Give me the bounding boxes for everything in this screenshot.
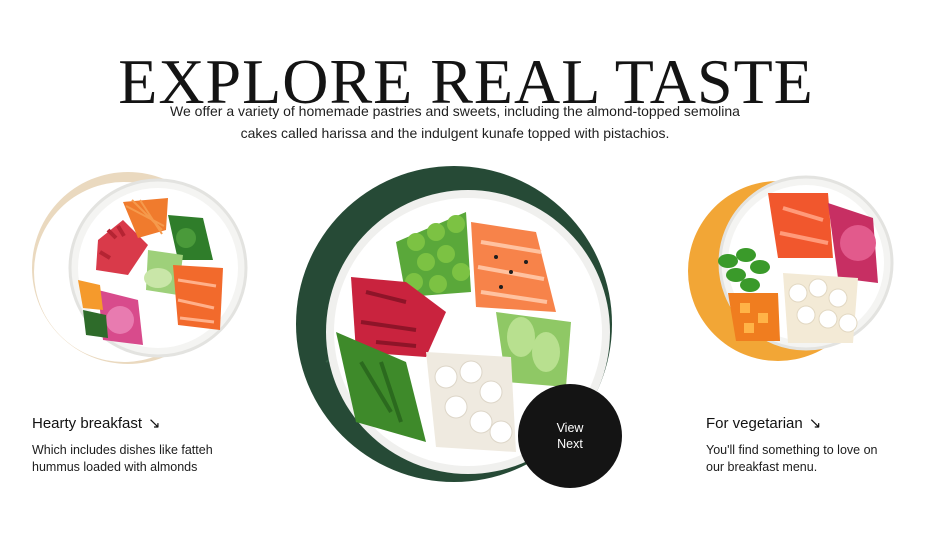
card-description: You'll find something to love on our bre… xyxy=(706,443,878,474)
right-poke-bowl-image[interactable] xyxy=(688,163,912,387)
arrow-down-right-icon[interactable]: ↘ xyxy=(148,414,161,432)
arrow-down-right-icon[interactable]: ↘ xyxy=(809,414,822,432)
card-for-vegetarian: For vegetarian ↘ You'll find something t… xyxy=(706,414,896,476)
card-hearty-breakfast: Hearty breakfast ↘ Which includes dishes… xyxy=(32,414,242,476)
card-title-text[interactable]: For vegetarian xyxy=(706,415,803,432)
card-title[interactable]: For vegetarian ↘ xyxy=(706,414,896,433)
view-next-label-line2: Next xyxy=(557,437,583,451)
left-poke-bowl-image[interactable] xyxy=(28,160,248,380)
view-next-button[interactable]: View Next xyxy=(518,384,622,488)
card-title-text[interactable]: Hearty breakfast xyxy=(32,415,142,432)
view-next-label-line1: View xyxy=(556,421,584,435)
intro-text: We offer a variety of homemade pastries … xyxy=(170,103,740,141)
card-title[interactable]: Hearty breakfast ↘ xyxy=(32,414,242,433)
card-description: Which includes dishes like fatteh hummus… xyxy=(32,443,213,474)
